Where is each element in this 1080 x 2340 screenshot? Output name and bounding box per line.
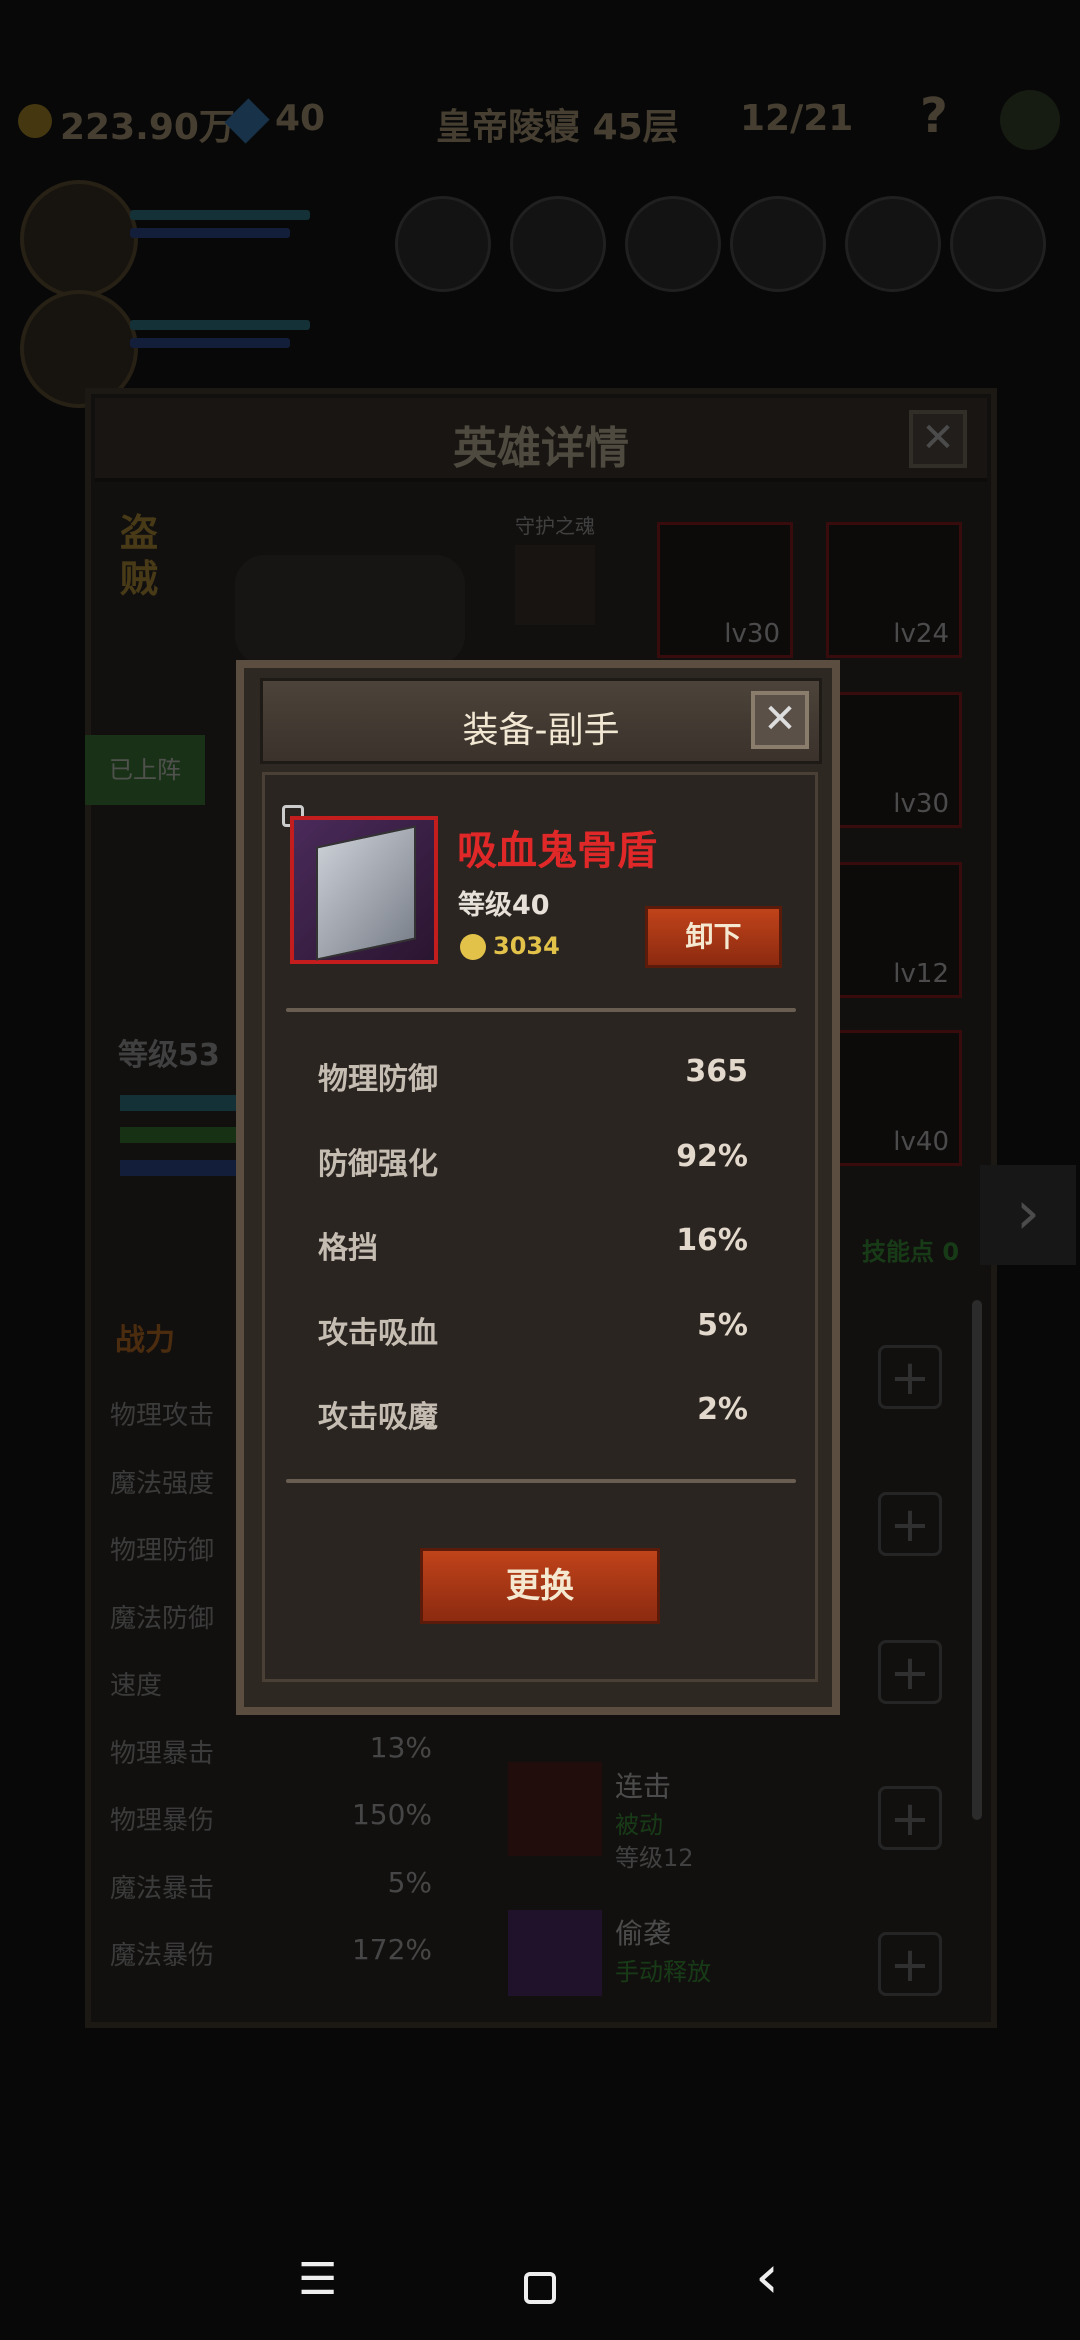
property-value: 365 xyxy=(685,1054,748,1089)
property-value: 2% xyxy=(697,1392,748,1427)
pumpkin-icon[interactable] xyxy=(950,196,1046,292)
bat-icon[interactable] xyxy=(515,545,595,625)
add-skill-button[interactable]: + xyxy=(878,1492,942,1556)
stat-label: 物理暴击 xyxy=(110,1739,215,1769)
hero-portrait[interactable] xyxy=(20,180,138,298)
slot-level: lv40 xyxy=(893,1127,949,1157)
divider xyxy=(286,1008,796,1012)
gold-coin-icon xyxy=(460,934,486,960)
settings-icon[interactable] xyxy=(1000,90,1060,150)
skill-points: 技能点 0 xyxy=(862,1238,960,1266)
hp-bar xyxy=(130,320,310,330)
item-level: 等级40 xyxy=(458,890,550,921)
tool-icon[interactable] xyxy=(395,196,491,292)
stat-label: 物理攻击 xyxy=(110,1401,215,1431)
mp-bar xyxy=(120,1160,240,1176)
close-icon[interactable]: ✕ xyxy=(909,410,967,468)
property-label: 攻击吸魔 xyxy=(318,1400,438,1435)
stat-label: 魔法暴击 xyxy=(110,1874,215,1904)
property-value: 16% xyxy=(676,1223,748,1258)
equip-slot-offhand[interactable]: lv40 xyxy=(826,1030,962,1166)
stat-value: 13% xyxy=(369,1731,432,1764)
skill-type: 被动 xyxy=(615,1811,663,1839)
hero-sprite xyxy=(235,555,465,665)
property-label: 格挡 xyxy=(318,1231,378,1266)
tool-icon[interactable] xyxy=(730,196,826,292)
close-icon[interactable]: ✕ xyxy=(751,691,809,749)
gem-amount: 40 xyxy=(275,98,326,139)
gold-amount: 223.90万 xyxy=(60,107,235,148)
top-resource-bar: 223.90万 40 皇帝陵寝 45层 12/21 ? xyxy=(0,80,1080,160)
skill-sneak-icon xyxy=(508,1910,602,1996)
stat-label: 魔法强度 xyxy=(110,1469,215,1499)
add-skill-button[interactable]: + xyxy=(878,1345,942,1409)
exp-bar xyxy=(120,1127,240,1143)
modal-title: 装备-副手 xyxy=(462,710,620,751)
hero-class: 盗 贼 xyxy=(120,511,159,601)
stat-label: 魔法暴伤 xyxy=(110,1941,215,1971)
property-value: 5% xyxy=(697,1308,748,1343)
home-icon[interactable] xyxy=(524,2272,556,2304)
stat-label: 魔法防御 xyxy=(110,1604,215,1634)
item-icon-frame xyxy=(290,816,438,964)
scrollbar[interactable] xyxy=(972,1300,982,1820)
slot-level: lv24 xyxy=(893,619,949,649)
slot-level: lv12 xyxy=(893,959,949,989)
hero-detail-title: 英雄详情 xyxy=(453,423,629,474)
unequip-button[interactable]: 卸下 xyxy=(645,906,782,968)
gold-coin-icon xyxy=(18,104,52,138)
stat-value: 5% xyxy=(387,1866,432,1899)
tool-icon[interactable] xyxy=(510,196,606,292)
tab-combat[interactable]: 战力 xyxy=(115,1315,175,1359)
stat-value: 172% xyxy=(351,1933,432,1966)
property-label: 攻击吸血 xyxy=(318,1316,438,1351)
hp-bar xyxy=(130,210,310,220)
hp-bar xyxy=(120,1095,240,1111)
help-icon[interactable]: ? xyxy=(920,88,948,144)
hero-detail-header: 英雄详情 ✕ xyxy=(95,398,987,482)
equip-slot-body[interactable]: lv30 xyxy=(826,692,962,828)
item-name: 吸血鬼骨盾 xyxy=(457,828,657,874)
tool-icon[interactable] xyxy=(845,196,941,292)
bone-shield-icon xyxy=(316,825,416,961)
item-price: 3034 xyxy=(493,932,560,960)
mp-bar xyxy=(130,338,290,348)
hero-level: 等级53 xyxy=(118,1038,220,1073)
next-arrow-icon[interactable]: › xyxy=(980,1165,1076,1265)
property-value: 92% xyxy=(676,1139,748,1174)
skill-type: 手动释放 xyxy=(615,1958,711,1986)
replace-button[interactable]: 更换 xyxy=(420,1548,660,1624)
stat-label: 物理暴伤 xyxy=(110,1806,215,1836)
stat-value: 150% xyxy=(351,1798,432,1831)
key-count: 12/21 xyxy=(740,98,854,139)
slot-level: lv30 xyxy=(893,789,949,819)
skill-level: 等级12 xyxy=(615,1844,694,1872)
skill-combo-icon xyxy=(508,1762,602,1856)
stat-label: 物理防御 xyxy=(110,1536,215,1566)
deployed-tag: 已上阵 xyxy=(85,735,205,805)
system-nav-bar: ☰ ‹ xyxy=(0,2220,1080,2340)
equip-slot-ring[interactable]: lv12 xyxy=(826,862,962,998)
add-skill-button[interactable]: + xyxy=(878,1640,942,1704)
slot-level: lv30 xyxy=(724,619,780,649)
divider xyxy=(286,1479,796,1483)
skill-name: 偷袭 xyxy=(615,1917,672,1950)
modal-header: 装备-副手 ✕ xyxy=(260,678,822,764)
guardian-label: 守护之魂 xyxy=(515,514,595,538)
property-label: 物理防御 xyxy=(318,1062,438,1097)
equip-slot-neck[interactable]: lv24 xyxy=(826,522,962,658)
add-skill-button[interactable]: + xyxy=(878,1786,942,1850)
stat-label: 速度 xyxy=(110,1671,163,1701)
mp-bar xyxy=(130,228,290,238)
back-icon[interactable]: ‹ xyxy=(755,2242,779,2312)
property-label: 防御强化 xyxy=(318,1147,438,1182)
tool-icon[interactable] xyxy=(625,196,721,292)
add-skill-button[interactable]: + xyxy=(878,1932,942,1996)
dungeon-floor[interactable]: 皇帝陵寝 45层 xyxy=(436,98,679,150)
equip-slot-head[interactable]: lv30 xyxy=(657,522,793,658)
menu-icon[interactable]: ☰ xyxy=(298,2254,337,2305)
skill-name: 连击 xyxy=(615,1770,672,1803)
